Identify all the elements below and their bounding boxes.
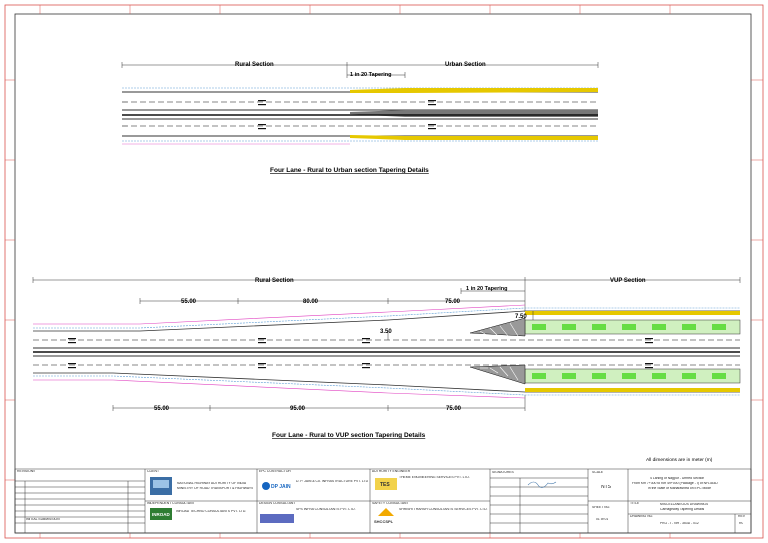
dim-bottom-2: 95.00 [290,406,306,412]
consultant-logo: INROAD [150,508,172,520]
authority-label: AUTHORITY ENGINEER [372,470,411,473]
svg-text:SHCCSPL: SHCCSPL [374,519,394,524]
drawing-title-1: MISCELLANEOUS DRAWINGS [660,503,709,506]
epc-logo: DP JAIN [262,482,291,490]
safety-label: SAFETY CONSULTANT [372,502,409,505]
drawing-title-2: Carriageway Tapering Details [660,508,705,511]
rev-label: REV [738,515,745,518]
dim-top-1: 55.00 [181,299,197,305]
dim-top-3: 75.00 [445,299,461,305]
dim-bottom-3: 75.00 [446,406,462,412]
initial-submission: INITIAL SUBMISSION [26,518,60,521]
drawing-sheet: Rural Section Urban Section 1 in 20 Tape… [0,0,768,543]
design-logo [260,514,294,523]
signature-mark [527,481,557,488]
svg-text:TES: TES [380,482,390,488]
authority-name: THEME ENGINEERING SERVICES PVT. LTD. [399,476,470,479]
safety-name: SHRISHTI HARSH CONSULTANTS SERVICES PVT.… [399,508,488,511]
svg-text:DP JAIN: DP JAIN [271,484,291,490]
revisions-header: REVISIONS [17,470,36,473]
svg-text:INROAD: INROAD [152,512,170,517]
sheet-no-label: SHEET NO. [592,506,611,509]
design-label: DESIGN CONSULTANT [259,502,296,505]
scale-label: SCALE [592,471,604,474]
bottom-drawing [32,277,741,411]
bottom-rural-label: Rural Section [255,278,294,284]
top-taper-label: 1 in 20 Tapering [350,72,391,78]
scale-value: NTS [601,485,611,490]
drawing-no-label: DRAWING NO. [630,515,654,518]
epc-label: EPC CONTRACTOR [259,470,291,473]
top-rural-label: Rural Section [235,62,274,68]
dim-350: 3.50 [380,329,392,335]
project-line-2: From Km 7+300 to Km 49+000 (Package - I)… [632,482,718,485]
client-label: CLIENT [147,470,160,473]
consultant-name: INROAD TECHNO CONSULTANTS PVT. LTD. [176,510,247,513]
bottom-title: Four Lane - Rural to VUP section Taperin… [272,432,426,439]
dim-bottom-1: 55.00 [154,406,170,412]
epc-name: D. P. JAIN & Co. INFRASTRUCTURE PVT. LTD… [296,480,368,483]
project-line-1: 4 Laning of Nagpur - Umred Section [650,477,705,480]
rev-value: R0 [739,522,744,525]
signatures-label: SIGNATURES [492,471,514,474]
sheet-no-value: 01 of 01 [596,518,609,521]
dim-750: 7.50 [515,314,527,320]
client-name-1: NATIONAL HIGHWAY AUTHORITY OF INDIA [177,482,247,485]
drawing-canvas: Rural Section Urban Section 1 in 20 Tape… [4,4,764,539]
client-logo [150,477,172,495]
dimension-note: All dimensions are in meter (m) [646,457,713,463]
bottom-taper-label: 1 in 20 Tapering [466,286,507,292]
client-name-2: MINISTRY OF ROAD TRANSPORT & HIGHWAYS [177,487,254,490]
top-urban-label: Urban Section [445,62,486,68]
consultant-label: INDEPENDENT CONSULTANT [147,502,195,505]
drawing-title-label: TITLE [630,502,640,505]
design-name: SPS INFRA CONSULTANTS PVT. LTD. [296,508,356,511]
drawing-no: PKG - I - NH - 353D - 012 [660,522,699,525]
bottom-vup-label: VUP Section [610,278,646,284]
authority-logo: TES [375,478,397,490]
project-line-3: in the State of Maharashtra on EPC Mode [648,487,711,490]
safety-logo: SHCCSPL [374,508,394,524]
dim-top-2: 80.00 [303,299,319,305]
top-title: Four Lane - Rural to Urban section Taper… [270,167,429,174]
